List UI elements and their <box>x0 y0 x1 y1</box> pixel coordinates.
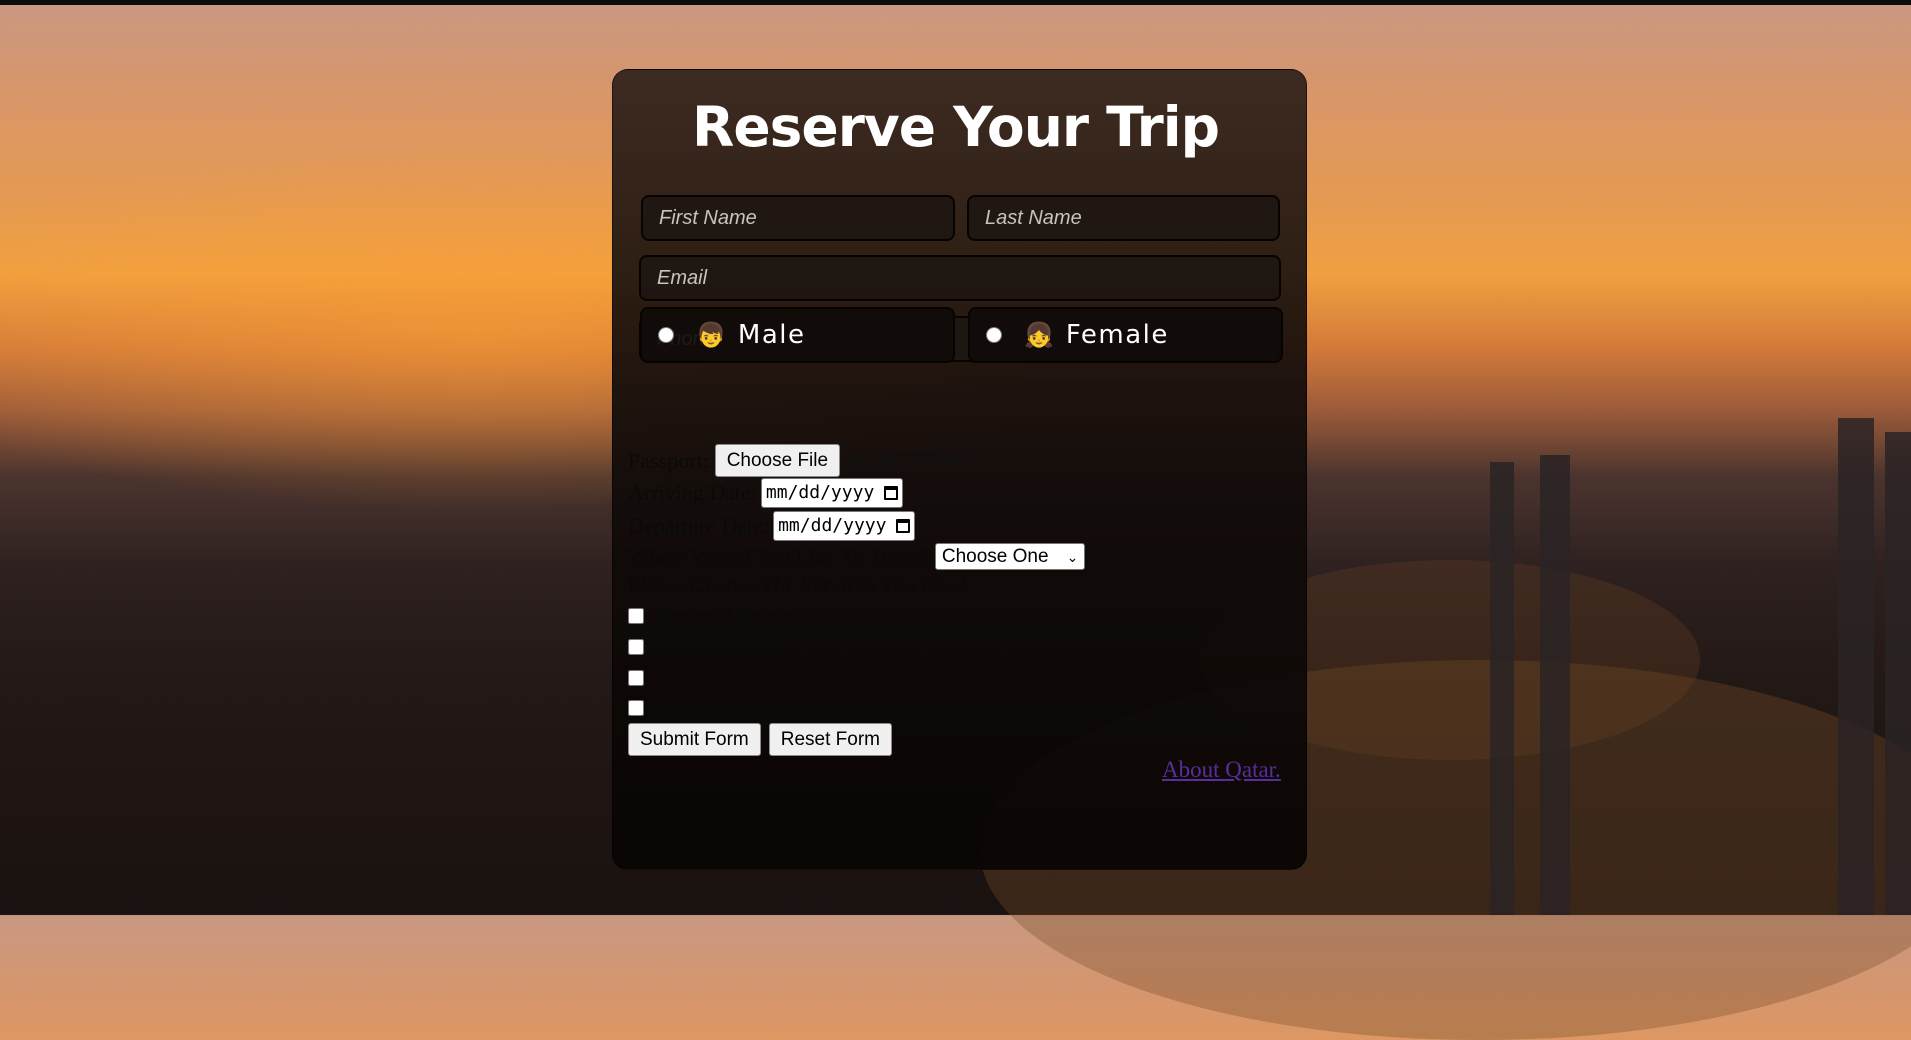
hotel-accommodation-checkbox[interactable] <box>628 670 644 686</box>
girl-icon: 👧 <box>1024 322 1054 349</box>
background-building <box>1490 462 1514 915</box>
arriving-date-value: mm/dd/yyyy <box>765 482 875 503</box>
background-building <box>1838 418 1874 915</box>
page-title: Reserve Your Trip <box>692 95 1220 159</box>
departure-date-label: Departure Date: <box>628 513 770 538</box>
service-option[interactable]: Personal Driver <box>620 603 795 629</box>
destination-label: Where Would You Like To Travel: <box>628 543 932 569</box>
departure-date-row: Departure Date: mm/dd/yyyy <box>628 511 916 541</box>
male-label: Male <box>737 320 806 350</box>
service-label: Tour Guide <box>656 695 757 720</box>
first-name-input[interactable] <box>641 195 955 241</box>
service-option[interactable]: Hotel Accommodation <box>620 665 856 691</box>
tour-guide-checkbox[interactable] <box>628 700 644 716</box>
email-input[interactable] <box>639 255 1281 301</box>
departure-date-value: mm/dd/yyyy <box>778 515 887 536</box>
calendar-icon[interactable] <box>884 486 899 500</box>
service-option[interactable]: Tour Guide <box>620 695 757 721</box>
gender-option-male[interactable]: 👦 Male <box>640 307 955 363</box>
boy-icon: 👦 <box>696 322 726 349</box>
form-actions: Submit Form Reset Form <box>628 723 892 756</box>
services-heading-row: Please Choose The Services You Need: <box>628 572 973 598</box>
arriving-date-row: Arriving Date: mm/dd/yyyy <box>628 478 904 508</box>
service-option[interactable]: Airline Ticket <box>620 634 779 660</box>
destination-row: Where Would You Like To Travel: Choose O… <box>628 543 1086 570</box>
passport-row: Passport: Choose File No file chosen <box>628 444 967 477</box>
about-qatar-link[interactable]: About Qatar. <box>1162 757 1281 783</box>
file-status: No file chosen <box>847 449 968 471</box>
arriving-date-input[interactable]: mm/dd/yyyy <box>760 478 904 508</box>
service-label: Personal Driver <box>656 603 795 628</box>
background-building <box>1885 432 1911 915</box>
service-label: Hotel Accommodation <box>656 665 856 690</box>
passport-label: Passport: <box>628 447 709 473</box>
submit-button[interactable]: Submit Form <box>628 723 761 756</box>
arriving-date-label: Arriving Date: <box>628 480 757 505</box>
destination-selected-value: Choose One <box>941 545 1049 567</box>
personal-driver-checkbox[interactable] <box>628 608 644 624</box>
gender-option-female[interactable]: 👧 Female <box>968 307 1283 363</box>
airline-ticket-checkbox[interactable] <box>628 639 644 655</box>
chevron-down-icon: ⌄ <box>1066 548 1079 565</box>
last-name-input[interactable] <box>967 195 1280 241</box>
female-label: Female <box>1065 320 1169 350</box>
departure-date-input[interactable]: mm/dd/yyyy <box>773 511 916 541</box>
browser-top-strip <box>0 0 1911 5</box>
choose-file-button[interactable]: Choose File <box>714 444 841 477</box>
female-radio[interactable] <box>986 327 1002 343</box>
background-building <box>1540 455 1570 915</box>
service-label: Airline Ticket <box>656 634 779 659</box>
services-label: Please Choose The Services You Need: <box>628 572 974 597</box>
calendar-icon[interactable] <box>896 519 911 533</box>
destination-select[interactable]: Choose One ⌄ <box>934 543 1086 570</box>
reset-button[interactable]: Reset Form <box>768 723 892 756</box>
male-radio[interactable] <box>658 327 674 343</box>
